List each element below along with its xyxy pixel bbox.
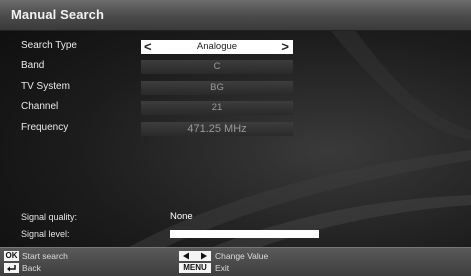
band-value: C — [213, 61, 221, 72]
chevron-right-icon[interactable]: > — [281, 40, 289, 53]
footer-key-hints: OK Start search Back Change Value MENU E… — [0, 247, 471, 276]
chevron-left-icon[interactable]: < — [144, 40, 152, 53]
tv-menu-screen: Manual Search Search Type < Analogue > B… — [0, 0, 471, 276]
signal-quality-value: None — [170, 211, 193, 222]
band-label: Band — [21, 60, 45, 71]
left-right-arrows-key — [179, 251, 211, 261]
search-type-value: Analogue — [196, 41, 238, 52]
right-arrow-icon — [201, 252, 207, 260]
ok-key: OK — [4, 251, 19, 261]
signal-quality-label: Signal quality: — [21, 212, 78, 222]
channel-label: Channel — [21, 101, 59, 112]
band-field[interactable]: C — [141, 60, 293, 74]
frequency-value: 471.25 MHz — [187, 123, 247, 135]
menu-key: MENU — [179, 263, 211, 273]
search-type-selector[interactable]: < Analogue > — [141, 40, 293, 54]
title-bar: Manual Search — [0, 0, 471, 31]
signal-level-label: Signal level: — [21, 229, 70, 239]
search-type-label: Search Type — [21, 40, 77, 51]
tv-system-field[interactable]: BG — [141, 81, 293, 95]
channel-field[interactable]: 21 — [141, 101, 293, 115]
tv-system-value: BG — [210, 82, 224, 93]
channel-value: 21 — [211, 102, 223, 113]
exit-hint: Exit — [215, 263, 230, 273]
frequency-field[interactable]: 471.25 MHz — [141, 122, 293, 136]
signal-level-bar — [170, 230, 319, 238]
back-return-icon — [4, 263, 19, 273]
page-title: Manual Search — [11, 7, 105, 22]
tv-system-label: TV System — [21, 81, 70, 92]
change-value-hint: Change Value — [215, 251, 269, 261]
back-hint: Back — [22, 263, 41, 273]
frequency-label: Frequency — [21, 122, 69, 133]
left-arrow-icon — [183, 252, 189, 260]
ok-hint: Start search — [22, 251, 68, 261]
